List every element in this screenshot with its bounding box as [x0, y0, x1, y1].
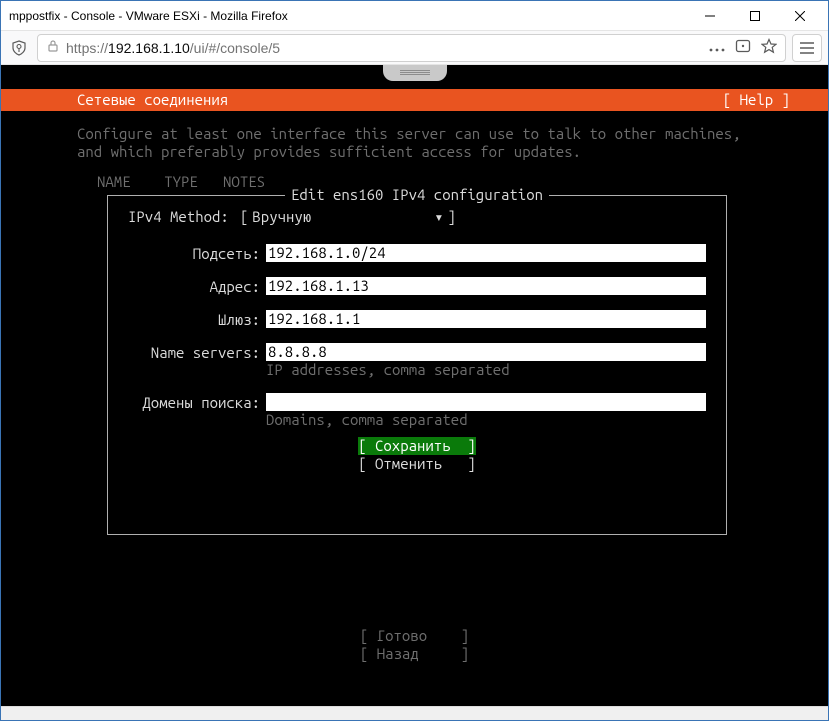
reader-mode-icon[interactable]	[735, 38, 751, 57]
hamburger-menu-button[interactable]	[792, 34, 822, 62]
chevron-down-icon: ▾	[434, 208, 443, 226]
address-row: Адрес: 192.168.1.13	[128, 277, 706, 296]
tui-description: Configure at least one interface this se…	[77, 125, 790, 161]
console-viewport[interactable]: Сетевые соединения [ Help ] Configure at…	[1, 65, 828, 706]
address-label: Адрес:	[128, 277, 260, 296]
help-button[interactable]: [ Help ]	[723, 91, 790, 109]
url-path: /ui/#/console/5	[190, 40, 280, 56]
search-domains-label: Домены поиска:	[128, 393, 260, 412]
more-icon[interactable]	[709, 41, 725, 55]
gateway-row: Шлюз: 192.168.1.1	[128, 310, 706, 329]
window-buttons	[687, 2, 822, 30]
subnet-input[interactable]: 192.168.1.0/24	[266, 244, 706, 262]
tui-column-headers: NAME TYPE NOTES	[97, 173, 265, 191]
method-label: IPv4 Method:	[128, 208, 240, 226]
tui-header: Сетевые соединения [ Help ]	[1, 89, 828, 111]
titlebar: mppostfix - Console - VMware ESXi - Mozi…	[1, 1, 828, 31]
url-bar[interactable]: https://192.168.1.10/ui/#/console/5	[37, 34, 786, 62]
firefox-window: mppostfix - Console - VMware ESXi - Mozi…	[0, 0, 829, 721]
maximize-button[interactable]	[732, 2, 777, 30]
cancel-button[interactable]: [ Отменить ]	[358, 455, 476, 473]
search-domains-row: Домены поиска: Domains, comma separated	[128, 393, 706, 429]
dns-input[interactable]: 8.8.8.8	[266, 343, 706, 361]
bookmark-icon[interactable]	[761, 38, 777, 57]
lock-icon	[46, 39, 60, 56]
tui: Сетевые соединения [ Help ] Configure at…	[1, 65, 828, 706]
method-select[interactable]: [ Вручную ▾ ]	[240, 208, 456, 226]
frame-title: Edit ens160 IPv4 configuration	[285, 186, 549, 204]
site-identity-button[interactable]	[7, 36, 31, 60]
gateway-label: Шлюз:	[128, 310, 260, 329]
url-scheme: https://	[66, 40, 108, 56]
back-button[interactable]: [ Назад ]	[360, 645, 469, 662]
frame-body: IPv4 Method: [ Вручную ▾ ] Подсеть: 192.…	[108, 196, 726, 473]
gateway-input[interactable]: 192.168.1.1	[266, 310, 706, 328]
done-button[interactable]: [ Готово ]	[360, 627, 469, 644]
browser-toolbar: https://192.168.1.10/ui/#/console/5	[1, 31, 828, 65]
url-host: 192.168.1.10	[108, 40, 190, 56]
urlbar-actions	[709, 38, 777, 57]
footer-buttons: [ Готово ] [ Назад ]	[1, 627, 828, 663]
dialog-buttons: [ Сохранить ] [ Отменить ]	[128, 437, 706, 473]
minimize-button[interactable]	[687, 2, 732, 30]
subnet-label: Подсеть:	[128, 244, 260, 263]
dns-label: Name servers:	[128, 343, 260, 362]
close-button[interactable]	[777, 2, 822, 30]
search-domains-hint: Domains, comma separated	[266, 411, 706, 429]
method-row: IPv4 Method: [ Вручную ▾ ]	[128, 208, 706, 226]
window-title: mppostfix - Console - VMware ESXi - Mozi…	[9, 9, 687, 23]
dns-row: Name servers: 8.8.8.8 IP addresses, comm…	[128, 343, 706, 379]
method-value: Вручную	[252, 208, 440, 226]
address-input[interactable]: 192.168.1.13	[266, 277, 706, 295]
search-domains-input[interactable]	[266, 393, 706, 411]
statusbar	[1, 706, 828, 720]
subnet-row: Подсеть: 192.168.1.0/24	[128, 244, 706, 263]
save-button[interactable]: [ Сохранить ]	[358, 437, 476, 455]
ipv4-config-frame: Edit ens160 IPv4 configuration IPv4 Meth…	[107, 195, 727, 535]
tui-title: Сетевые соединения	[77, 91, 228, 109]
url-text: https://192.168.1.10/ui/#/console/5	[66, 40, 703, 56]
dns-hint: IP addresses, comma separated	[266, 361, 706, 379]
